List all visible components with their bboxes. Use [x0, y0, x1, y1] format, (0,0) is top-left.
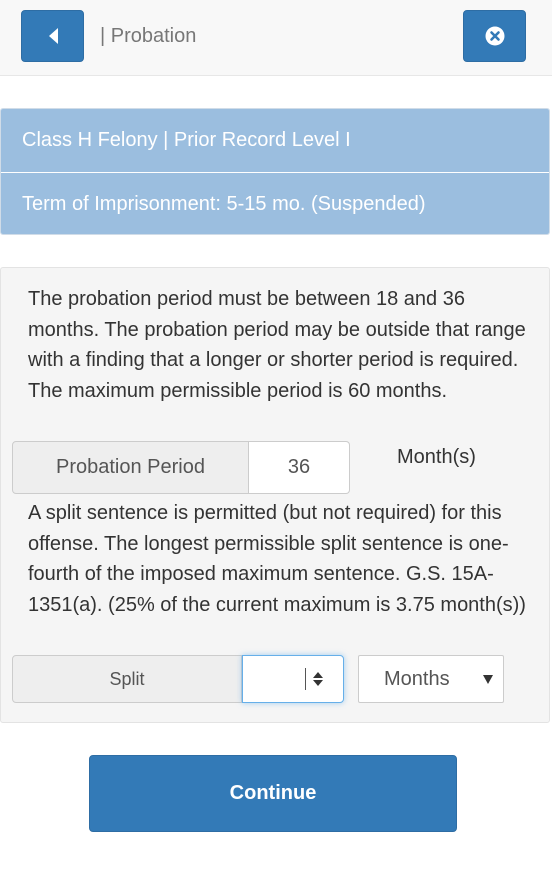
top-navbar: | Probation — [0, 0, 552, 76]
split-unit-selected: Months — [384, 667, 450, 690]
caret-left-icon — [48, 28, 58, 44]
page-title: | Probation — [100, 25, 197, 47]
probation-period-input[interactable]: 36 — [249, 441, 350, 494]
caret-down-icon — [483, 675, 493, 684]
probation-period-label: Probation Period — [12, 441, 249, 494]
number-spinner[interactable] — [305, 668, 325, 690]
spinner-down-icon[interactable] — [312, 680, 323, 686]
split-description: A split sentence is permitted (but not r… — [28, 502, 526, 616]
probation-description: The probation period must be between 18 … — [28, 288, 526, 402]
split-unit-select[interactable]: Months — [358, 655, 504, 703]
back-button[interactable] — [21, 10, 84, 62]
offense-class-bar: Class H Felony | Prior Record Level I — [1, 109, 549, 172]
close-button[interactable] — [463, 10, 526, 62]
offense-info-panel: Class H Felony | Prior Record Level I Te… — [0, 108, 550, 235]
imprisonment-term-bar: Term of Imprisonment: 5-15 mo. (Suspende… — [1, 172, 549, 234]
probation-unit-label: Month(s) — [397, 446, 476, 468]
spinner-up-icon[interactable] — [312, 672, 323, 678]
split-group: Split — [12, 655, 344, 703]
probation-period-group: Probation Period 36 — [12, 441, 350, 494]
continue-button[interactable]: Continue — [89, 755, 457, 832]
probation-panel: The probation period must be between 18 … — [0, 267, 550, 723]
split-input[interactable] — [242, 655, 344, 703]
times-circle-icon — [485, 26, 504, 46]
split-label: Split — [12, 655, 242, 703]
